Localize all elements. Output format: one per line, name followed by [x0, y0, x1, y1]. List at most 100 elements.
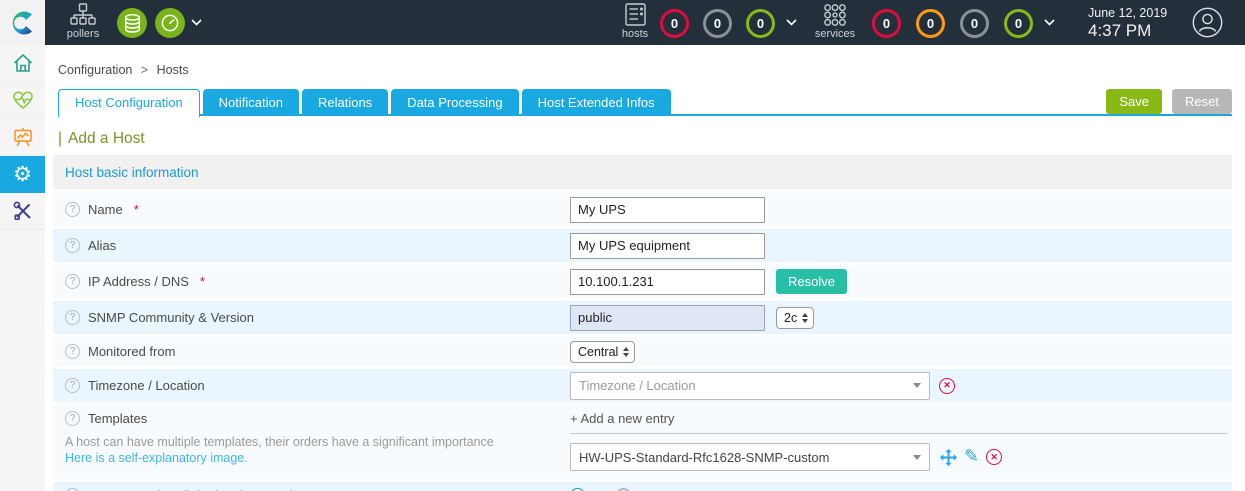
name-label: Name — [88, 202, 123, 217]
current-time: 4:37 PM — [1088, 21, 1167, 41]
templates-description: A host can have multiple templates, thei… — [65, 435, 570, 449]
alias-input[interactable] — [570, 233, 765, 259]
tab-data-processing[interactable]: Data Processing — [391, 89, 518, 116]
tools-icon — [12, 200, 34, 222]
create-services-label: Create Services linked to the Template t… — [88, 488, 332, 491]
select-spinner-icon — [802, 313, 808, 323]
hosts-chevron-down-icon[interactable] — [786, 19, 797, 26]
help-icon[interactable] — [65, 274, 80, 289]
delete-template-icon[interactable] — [986, 449, 1002, 465]
move-template-icon[interactable] — [940, 449, 957, 466]
required-marker: * — [200, 274, 205, 289]
help-icon[interactable] — [65, 378, 80, 393]
row-create-services: Create Services linked to the Template t… — [53, 482, 1232, 491]
edit-template-icon[interactable] — [964, 448, 979, 466]
hosts-menu[interactable]: hosts — [617, 3, 653, 40]
yes-label: Yes — [589, 488, 610, 491]
row-snmp: SNMP Community & Version 2c — [53, 301, 1232, 334]
monitored-from-label: Monitored from — [88, 344, 175, 359]
timezone-clear-icon[interactable] — [939, 378, 955, 394]
help-icon[interactable] — [65, 310, 80, 325]
hosts-unreachable-badge[interactable]: 0 — [703, 9, 732, 38]
hosts-down-badge[interactable]: 0 — [660, 9, 689, 38]
templates-example-link[interactable]: Here is a self-explanatory image. — [65, 451, 570, 465]
timezone-select[interactable]: Timezone / Location — [570, 372, 930, 400]
hosts-up-badge[interactable]: 0 — [746, 9, 775, 38]
dropdown-arrow-icon — [913, 383, 921, 388]
app-root: pollers — [0, 0, 1245, 491]
create-services-no-radio[interactable] — [616, 488, 631, 491]
hosts-label: hosts — [622, 28, 648, 40]
snmp-community-input[interactable] — [570, 305, 765, 331]
add-template-entry-button[interactable]: + Add a new entry — [570, 411, 1228, 434]
template-value: HW-UPS-Standard-Rfc1628-SNMP-custom — [579, 450, 913, 465]
tab-notification[interactable]: Notification — [203, 89, 299, 116]
name-input[interactable] — [570, 197, 765, 223]
help-icon[interactable] — [65, 238, 80, 253]
sidebar-item-administration[interactable] — [0, 193, 45, 230]
row-monitored-from: Monitored from Central — [53, 337, 1232, 366]
reset-button[interactable]: Reset — [1172, 89, 1232, 114]
ip-label: IP Address / DNS — [88, 274, 189, 289]
template-select[interactable]: HW-UPS-Standard-Rfc1628-SNMP-custom — [570, 443, 930, 471]
pollers-icon — [70, 3, 96, 27]
page-title-bar: | — [58, 130, 62, 147]
snmp-version-select[interactable]: 2c — [776, 307, 814, 329]
row-name: Name * — [53, 193, 1232, 226]
help-icon[interactable] — [65, 411, 80, 426]
services-menu[interactable]: services — [810, 3, 860, 40]
row-timezone: Timezone / Location Timezone / Location — [53, 369, 1232, 402]
snmp-label: SNMP Community & Version — [88, 310, 254, 325]
snmp-version-value: 2c — [784, 311, 797, 325]
help-icon[interactable] — [65, 344, 80, 359]
tab-relations[interactable]: Relations — [302, 89, 388, 116]
sidebar-item-monitoring[interactable] — [0, 82, 45, 119]
sidebar-item-reporting[interactable] — [0, 119, 45, 156]
user-menu-button[interactable] — [1192, 7, 1223, 38]
services-ok-badge[interactable]: 0 — [1004, 9, 1033, 38]
current-date: June 12, 2019 — [1088, 6, 1167, 20]
timezone-label: Timezone / Location — [88, 378, 205, 393]
centreon-logo-icon — [9, 9, 37, 37]
create-services-yes-radio[interactable] — [570, 488, 585, 491]
save-button[interactable]: Save — [1106, 89, 1162, 114]
pollers-button[interactable]: pollers — [62, 3, 104, 40]
section-host-basic-information: Host basic information — [53, 155, 1232, 189]
monitored-from-value: Central — [578, 345, 618, 359]
sidebar-item-home[interactable] — [0, 45, 45, 82]
ip-input[interactable] — [570, 269, 765, 295]
services-label: services — [815, 28, 855, 40]
pollers-label: pollers — [67, 28, 99, 40]
services-chevron-down-icon[interactable] — [1044, 19, 1055, 26]
services-critical-badge[interactable]: 0 — [872, 9, 901, 38]
alias-label: Alias — [88, 238, 116, 253]
resolve-button[interactable]: Resolve — [776, 269, 847, 294]
main-content: Configuration > Hosts Host Configuration… — [45, 45, 1232, 491]
dropdown-arrow-icon — [913, 455, 921, 460]
sidebar-item-configuration[interactable]: ⚙ — [0, 156, 45, 193]
centreon-logo[interactable] — [0, 0, 45, 45]
database-status-button[interactable] — [117, 8, 147, 38]
topbar: pollers — [0, 0, 1245, 45]
required-marker: * — [134, 202, 139, 217]
breadcrumb-configuration[interactable]: Configuration — [58, 63, 132, 77]
select-spinner-icon — [623, 347, 629, 357]
gear-icon: ⚙ — [13, 164, 32, 185]
monitored-from-select[interactable]: Central — [570, 341, 635, 363]
breadcrumb-hosts[interactable]: Hosts — [157, 63, 189, 77]
tab-host-extended-infos[interactable]: Host Extended Infos — [522, 89, 671, 116]
tab-bar: Host Configuration Notification Relation… — [58, 89, 1232, 116]
services-icon — [822, 3, 848, 27]
help-icon[interactable] — [65, 202, 80, 217]
help-icon[interactable] — [65, 488, 80, 491]
tab-host-configuration[interactable]: Host Configuration — [58, 89, 200, 118]
row-alias: Alias — [53, 229, 1232, 262]
page-title: |Add a Host — [58, 130, 1232, 148]
latency-status-button[interactable] — [155, 8, 185, 38]
breadcrumb-separator: > — [141, 63, 148, 77]
services-warning-badge[interactable]: 0 — [916, 9, 945, 38]
poller-chevron-down-icon[interactable] — [191, 19, 202, 26]
heartbeat-icon — [12, 89, 34, 111]
clock: June 12, 2019 4:37 PM — [1088, 6, 1167, 41]
services-unknown-badge[interactable]: 0 — [960, 9, 989, 38]
